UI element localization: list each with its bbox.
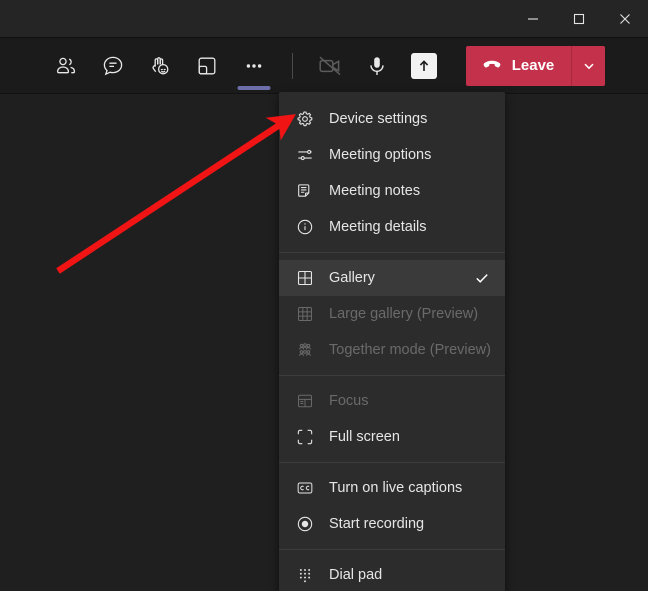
share-screen-box (411, 52, 438, 79)
teams-meeting-window: Leave Device settings Meeting options Me… (0, 0, 648, 591)
menu-item-dial-pad[interactable]: Dial pad (279, 557, 505, 591)
meeting-control-bar: Leave (0, 38, 648, 94)
raise-hand-reactions-icon[interactable] (137, 44, 184, 88)
info-circle-icon (295, 217, 315, 237)
menu-separator (279, 375, 505, 376)
more-options-icon[interactable] (231, 44, 278, 90)
menu-item-label: Turn on live captions (329, 480, 463, 496)
title-bar (0, 0, 648, 38)
menu-group-settings: Device settings Meeting options Meeting … (279, 99, 505, 247)
menu-item-start-recording[interactable]: Start recording (279, 506, 505, 542)
menu-group-view: Focus Full screen (279, 381, 505, 457)
menu-item-label: Together mode (Preview) (329, 342, 491, 358)
menu-item-label: Full screen (329, 429, 400, 445)
together-mode-icon (295, 340, 315, 360)
focus-icon (295, 391, 315, 411)
menu-item-meeting-notes[interactable]: Meeting notes (279, 173, 505, 209)
menu-item-large-gallery[interactable]: Large gallery (Preview) (279, 296, 505, 332)
leave-button-label: Leave (511, 57, 555, 74)
menu-item-meeting-details[interactable]: Meeting details (279, 209, 505, 245)
gallery-grid-icon (295, 268, 315, 288)
menu-item-live-captions[interactable]: Turn on live captions (279, 470, 505, 506)
notes-icon (295, 181, 315, 201)
leave-button-group: Leave (465, 45, 606, 86)
closed-captions-icon (295, 478, 315, 498)
menu-item-label: Focus (329, 393, 369, 409)
breakout-rooms-icon[interactable] (184, 44, 231, 88)
toolbar-divider (291, 52, 293, 79)
record-icon (295, 514, 315, 534)
menu-group-capture: Turn on live captions Start recording (279, 468, 505, 544)
menu-separator (279, 462, 505, 463)
menu-item-gallery[interactable]: Gallery (279, 260, 505, 296)
close-button[interactable] (602, 0, 648, 37)
menu-item-label: Gallery (329, 270, 375, 286)
menu-item-full-screen[interactable]: Full screen (279, 419, 505, 455)
leave-options-chevron-down-icon[interactable] (571, 45, 606, 86)
checkmark-icon (473, 269, 491, 287)
gear-icon (295, 109, 315, 129)
menu-item-label: Start recording (329, 516, 425, 532)
share-screen-icon[interactable] (401, 44, 448, 88)
menu-separator (279, 549, 505, 550)
menu-item-label: Device settings (329, 111, 428, 127)
menu-item-meeting-options[interactable]: Meeting options (279, 137, 505, 173)
microphone-icon[interactable] (354, 44, 401, 88)
sliders-icon (295, 145, 315, 165)
menu-item-label: Dial pad (329, 567, 383, 583)
chat-bubble-icon[interactable] (90, 44, 137, 88)
dial-pad-icon (295, 565, 315, 585)
menu-item-label: Meeting details (329, 219, 427, 235)
menu-item-label: Meeting options (329, 147, 432, 163)
hang-up-icon (481, 53, 503, 79)
menu-separator (279, 252, 505, 253)
large-gallery-grid-icon (295, 304, 315, 324)
leave-button[interactable]: Leave (465, 45, 572, 86)
menu-group-layout: Gallery Large gallery (Preview) Together… (279, 258, 505, 370)
full-screen-icon (295, 427, 315, 447)
menu-item-label: Meeting notes (329, 183, 421, 199)
minimize-button[interactable] (510, 0, 556, 37)
more-actions-menu: Device settings Meeting options Meeting … (279, 92, 505, 591)
menu-item-focus[interactable]: Focus (279, 383, 505, 419)
menu-item-together-mode[interactable]: Together mode (Preview) (279, 332, 505, 368)
active-tab-indicator (237, 85, 271, 90)
maximize-button[interactable] (556, 0, 602, 37)
camera-off-icon[interactable] (307, 44, 354, 88)
people-icon[interactable] (43, 44, 90, 88)
menu-item-device-settings[interactable]: Device settings (279, 101, 505, 137)
menu-item-label: Large gallery (Preview) (329, 306, 479, 322)
menu-group-other: Dial pad Turn off incoming video (279, 555, 505, 591)
